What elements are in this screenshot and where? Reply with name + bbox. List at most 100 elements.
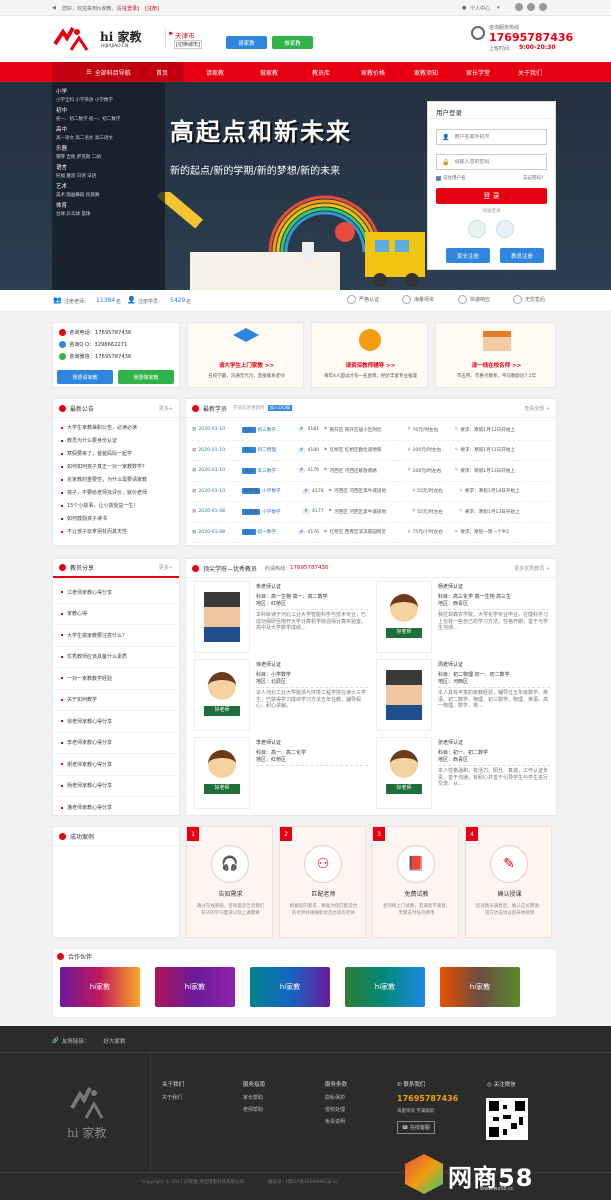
- notice-item[interactable]: 大学生家教兼职公告，必读必读: [53, 421, 179, 434]
- student-row[interactable]: ▦ 2020-01-08 初一 初一数学 #4176 ⚑ 红桥区 西青区滨滨家园附近 ¥75元…: [192, 523, 550, 543]
- menu-cat-art[interactable]: 艺术: [56, 182, 161, 190]
- password-field[interactable]: 🔒: [436, 154, 547, 170]
- teacher-name[interactable]: 周老师: [438, 661, 453, 668]
- notice-item[interactable]: 寒假要来了，爸爸妈妈一起学: [53, 447, 179, 460]
- student-row[interactable]: ▦ 2020-01-10 四年级 小学数学 #4178 ⚑ 河西区 河西区黑牛城道地 ¥55元…: [192, 482, 550, 502]
- notice-item[interactable]: 孩子，不要给老师找评价，就价老师: [53, 486, 179, 499]
- menu-cat-sports[interactable]: 体育: [56, 201, 161, 209]
- nav-tutor-library[interactable]: 教员库: [296, 62, 346, 82]
- password-input[interactable]: [454, 159, 540, 165]
- teacher-name[interactable]: 杨老师: [438, 583, 453, 590]
- nav-request[interactable]: 请家教: [190, 62, 240, 82]
- share-item[interactable]: 家教心得: [53, 604, 179, 625]
- share-item[interactable]: 徐老师家教心得分享: [53, 711, 179, 733]
- menu-sub-senior[interactable]: 高一语文 高二语文 高三语文: [56, 135, 161, 141]
- menu-cat-primary[interactable]: 小学: [56, 87, 161, 95]
- menu-sub-instrument[interactable]: 钢琴 吉他 萨克斯 二胡: [56, 154, 161, 160]
- footer-link[interactable]: 关于我们: [162, 1094, 184, 1101]
- login-button[interactable]: 登 录: [436, 188, 547, 204]
- promo-college[interactable]: 请大学生上门家教 >> 名校学霸，沟通无代沟，直接联系老师: [187, 322, 304, 388]
- menu-cat-junior[interactable]: 初中: [56, 106, 161, 114]
- notice-item[interactable]: 如何鼓励孩子读书: [53, 512, 179, 525]
- students-more-link[interactable]: 查看全部 +: [524, 405, 550, 412]
- teacher-photo[interactable]: [194, 581, 250, 653]
- wechat-icon[interactable]: [539, 3, 547, 11]
- menu-cat-instrument[interactable]: 乐器: [56, 144, 161, 152]
- teachers-more-link[interactable]: 更多优秀教员 +: [514, 565, 550, 572]
- menu-sub-art[interactable]: 美术 图画舞蹈 民族舞: [56, 192, 161, 198]
- teacher-name[interactable]: 徐老师: [256, 661, 271, 668]
- teacher-photo[interactable]: 好老师: [194, 659, 250, 731]
- share-item[interactable]: 关于如何教学: [53, 690, 179, 711]
- teacher-name[interactable]: 李老师: [256, 739, 271, 746]
- notice-item[interactable]: 论家教的重要性，为什么需要请家教: [53, 473, 179, 486]
- nav-be-tutor[interactable]: 做家教: [244, 62, 294, 82]
- teacher-photo[interactable]: 好老师: [376, 737, 432, 809]
- footer-link[interactable]: 老师帮助: [243, 1106, 265, 1113]
- teacher-card[interactable]: 好老师 李老师 认证 科目：高一、高二化学 地区：红桥区: [194, 737, 368, 809]
- nav-notice[interactable]: 家教须知: [401, 62, 451, 82]
- request-tutor-button[interactable]: 请家教: [226, 36, 267, 49]
- share-item[interactable]: 谢老师家教心得分享: [53, 754, 179, 776]
- want-tutor-button[interactable]: 我想请家教: [57, 370, 113, 384]
- student-row[interactable]: ▦ 2020-01-10 初三 初三数学... #4181 ⚑ 南开区 南开区居小区附近 ¥7…: [192, 420, 550, 441]
- partner-logo[interactable]: hi家教: [345, 967, 425, 1007]
- login-link[interactable]: [登录]: [125, 5, 139, 12]
- online-service-button[interactable]: ☎ 在线客服: [397, 1121, 435, 1134]
- teacher-photo[interactable]: [376, 659, 432, 731]
- qq-login-icon[interactable]: [496, 220, 514, 238]
- nav-parent-school[interactable]: 家长学堂: [453, 62, 503, 82]
- want-teach-button[interactable]: 我想做家教: [118, 370, 174, 384]
- phone-input[interactable]: [454, 134, 540, 140]
- register-link[interactable]: [注册]: [145, 5, 159, 12]
- promo-senior[interactable]: 请资深教师辅导 >> 每年4人面试才有一名金牌，经验丰富专业强理: [311, 322, 428, 388]
- menu-sub-sports[interactable]: 台球 乒乓球 篮球: [56, 211, 161, 217]
- teacher-card[interactable]: 好老师 张老师 认证 科目：初一、初二数学 地区：西青区 本人性格温和，有活力。阳光、真诚…: [376, 737, 550, 809]
- partner-logo[interactable]: hi家教: [440, 967, 520, 1007]
- weibo-icon[interactable]: [515, 3, 523, 11]
- teacher-photo[interactable]: 好老师: [376, 581, 432, 653]
- share-item[interactable]: 江老师家教心得分享: [53, 582, 179, 604]
- menu-sub-junior[interactable]: 初一、初二数学 初一、初二数学: [56, 116, 161, 122]
- notice-item[interactable]: 15个小故事，让小孩受益一生!: [53, 499, 179, 512]
- student-row[interactable]: ▦ 2020-01-10 初二 初二物理 #4180 ⚑ 红桥区 红桥区勤俭道地铁 ¥100元…: [192, 441, 550, 461]
- menu-sub-language[interactable]: 托福 雅思 日语 法语: [56, 173, 161, 179]
- student-row[interactable]: ▦ 2020-01-08 五年级 小学数学 #4177 ⚑ 河西区 河西区黑牛城道地 ¥55元…: [192, 502, 550, 523]
- wechat-login-icon[interactable]: [468, 220, 486, 238]
- notice-item[interactable]: 不让孩子玩拿拐杖而其天性: [53, 525, 179, 538]
- notice-more-link[interactable]: 更多+: [159, 405, 173, 412]
- logo-mark[interactable]: [53, 26, 91, 52]
- notice-item[interactable]: 教员为什么要身份认证: [53, 434, 179, 447]
- notice-item[interactable]: 如何如何孩子真正一对一家教数学?: [53, 460, 179, 473]
- partner-logo[interactable]: hi家教: [155, 967, 235, 1007]
- nav-about[interactable]: 关于我们: [505, 62, 555, 82]
- menu-sub-primary[interactable]: 小学全科 小学英语 小学数学: [56, 97, 161, 103]
- partner-logo[interactable]: hi家教: [250, 967, 330, 1007]
- promo-school[interactable]: 请一线在校名师 >> 市五所、市重点教师，平均教龄达7.5年: [435, 322, 556, 388]
- footer-link[interactable]: 家长帮助: [243, 1094, 265, 1101]
- switch-city-button[interactable]: [切换城市]: [174, 40, 202, 49]
- teacher-photo[interactable]: 好老师: [194, 737, 250, 809]
- qq-icon[interactable]: [527, 3, 535, 11]
- share-item[interactable]: 杨老师家教心得分享: [53, 776, 179, 797]
- footer-link[interactable]: 侵权处理: [325, 1106, 347, 1113]
- phone-field[interactable]: 👤: [436, 129, 547, 145]
- footer-link[interactable]: 免责说明: [325, 1118, 347, 1125]
- user-center-menu[interactable]: 个人中心: [470, 5, 490, 12]
- share-item[interactable]: 优秀教师应该具备什么素质: [53, 647, 179, 668]
- share-item[interactable]: 大学生做家教要注意什么?: [53, 625, 179, 647]
- menu-cat-senior[interactable]: 高中: [56, 125, 161, 133]
- tutor-register-button[interactable]: 教员注册: [500, 248, 544, 263]
- menu-cat-language[interactable]: 语言: [56, 163, 161, 171]
- parent-register-button[interactable]: 家长注册: [446, 248, 490, 263]
- friend-link[interactable]: 好大家教: [103, 1037, 125, 1045]
- teacher-card[interactable]: 朱老师 认证 科目：高一生物 高一、高二数学 地区：红桥区 本科就读于河北工业大学智能科…: [194, 581, 368, 653]
- nav-price[interactable]: 家教价格: [348, 62, 398, 82]
- remember-checkbox[interactable]: [436, 175, 441, 181]
- share-item[interactable]: 一对一家教教学经验: [53, 668, 179, 690]
- teacher-card[interactable]: 好老师 徐老师 认证 科目：小学数学 地区：北辰区 本人河北工业大学能源与环境工程学院在读…: [194, 659, 368, 731]
- teacher-card[interactable]: 好老师 杨老师 认证 科目：高三化学 高一生物 高三生 地区：西青区 我拉却森农学院，大学…: [376, 581, 550, 653]
- footer-link[interactable]: 隐私保护: [325, 1094, 347, 1101]
- student-row[interactable]: ▦ 2020-01-10 高三 高三数学 #4179 ⚑ 河西区 河西区解放南路 ¥100元/…: [192, 461, 550, 482]
- partner-logo[interactable]: hi家教: [60, 967, 140, 1007]
